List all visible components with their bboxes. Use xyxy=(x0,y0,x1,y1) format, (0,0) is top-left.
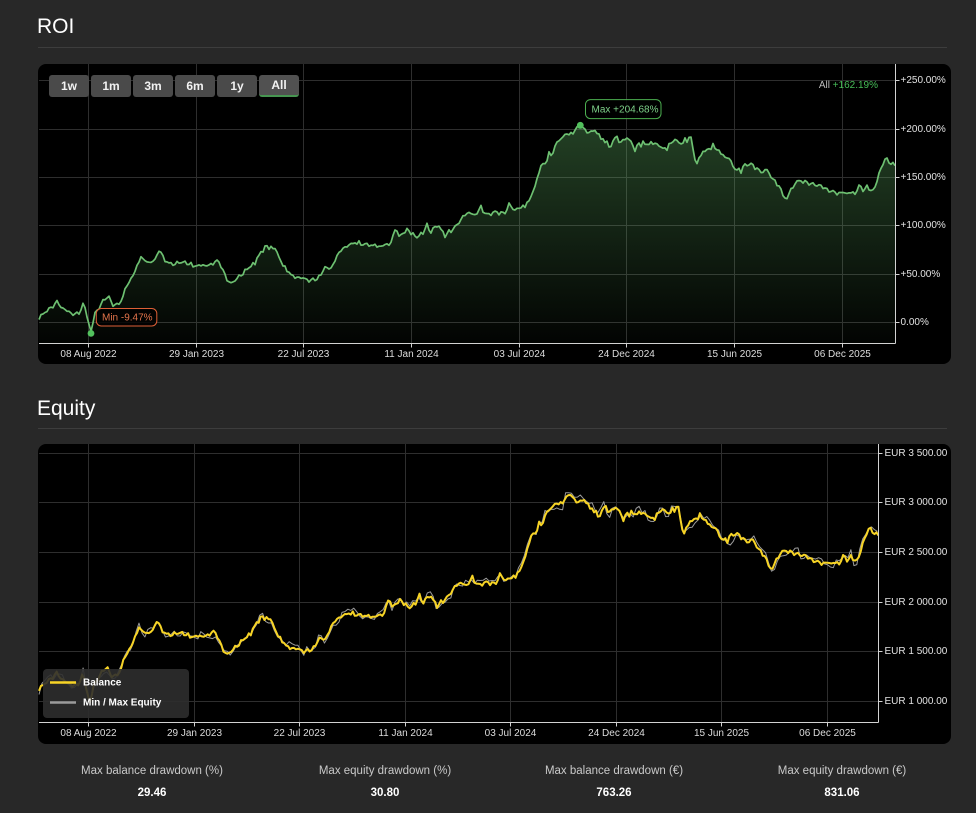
svg-text:+200.00%: +200.00% xyxy=(901,124,946,135)
svg-text:All: All xyxy=(819,80,830,91)
svg-text:22 Jul 2023: 22 Jul 2023 xyxy=(274,728,326,739)
svg-text:Balance: Balance xyxy=(83,678,122,689)
svg-text:29 Jan 2023: 29 Jan 2023 xyxy=(169,349,224,360)
svg-text:+100.00%: +100.00% xyxy=(901,220,946,231)
svg-text:+162.19%: +162.19% xyxy=(833,80,878,91)
svg-text:03 Jul 2024: 03 Jul 2024 xyxy=(485,728,537,739)
svg-text:08 Aug 2022: 08 Aug 2022 xyxy=(60,349,117,360)
svg-text:11 Jan 2024: 11 Jan 2024 xyxy=(384,349,439,360)
svg-text:22 Jul 2023: 22 Jul 2023 xyxy=(278,349,330,360)
svg-text:Min / Max Equity: Min / Max Equity xyxy=(83,698,162,709)
svg-text:EUR 3 000.00: EUR 3 000.00 xyxy=(885,497,948,508)
svg-text:EUR 2 500.00: EUR 2 500.00 xyxy=(885,547,948,558)
svg-text:08 Aug 2022: 08 Aug 2022 xyxy=(60,728,117,739)
svg-text:0.00%: 0.00% xyxy=(901,317,929,328)
svg-text:15 Jun 2025: 15 Jun 2025 xyxy=(694,728,749,739)
svg-text:+150.00%: +150.00% xyxy=(901,172,946,183)
svg-text:EUR 1 000.00: EUR 1 000.00 xyxy=(885,696,948,707)
svg-text:15 Jun 2025: 15 Jun 2025 xyxy=(707,349,762,360)
svg-text:29 Jan 2023: 29 Jan 2023 xyxy=(167,728,222,739)
svg-text:06 Dec 2025: 06 Dec 2025 xyxy=(814,349,871,360)
svg-text:06 Dec 2025: 06 Dec 2025 xyxy=(799,728,856,739)
svg-text:EUR 3 500.00: EUR 3 500.00 xyxy=(885,448,948,459)
svg-text:Max +204.68%: Max +204.68% xyxy=(592,104,659,115)
svg-text:03 Jul 2024: 03 Jul 2024 xyxy=(494,349,546,360)
svg-text:Min -9.47%: Min -9.47% xyxy=(102,313,153,324)
svg-text:EUR 2 000.00: EUR 2 000.00 xyxy=(885,597,948,608)
svg-text:24 Dec 2024: 24 Dec 2024 xyxy=(588,728,645,739)
svg-text:24 Dec 2024: 24 Dec 2024 xyxy=(598,349,655,360)
svg-text:+250.00%: +250.00% xyxy=(901,75,946,86)
svg-text:11 Jan 2024: 11 Jan 2024 xyxy=(378,728,433,739)
svg-text:EUR 1 500.00: EUR 1 500.00 xyxy=(885,646,948,657)
svg-text:+50.00%: +50.00% xyxy=(901,269,941,280)
